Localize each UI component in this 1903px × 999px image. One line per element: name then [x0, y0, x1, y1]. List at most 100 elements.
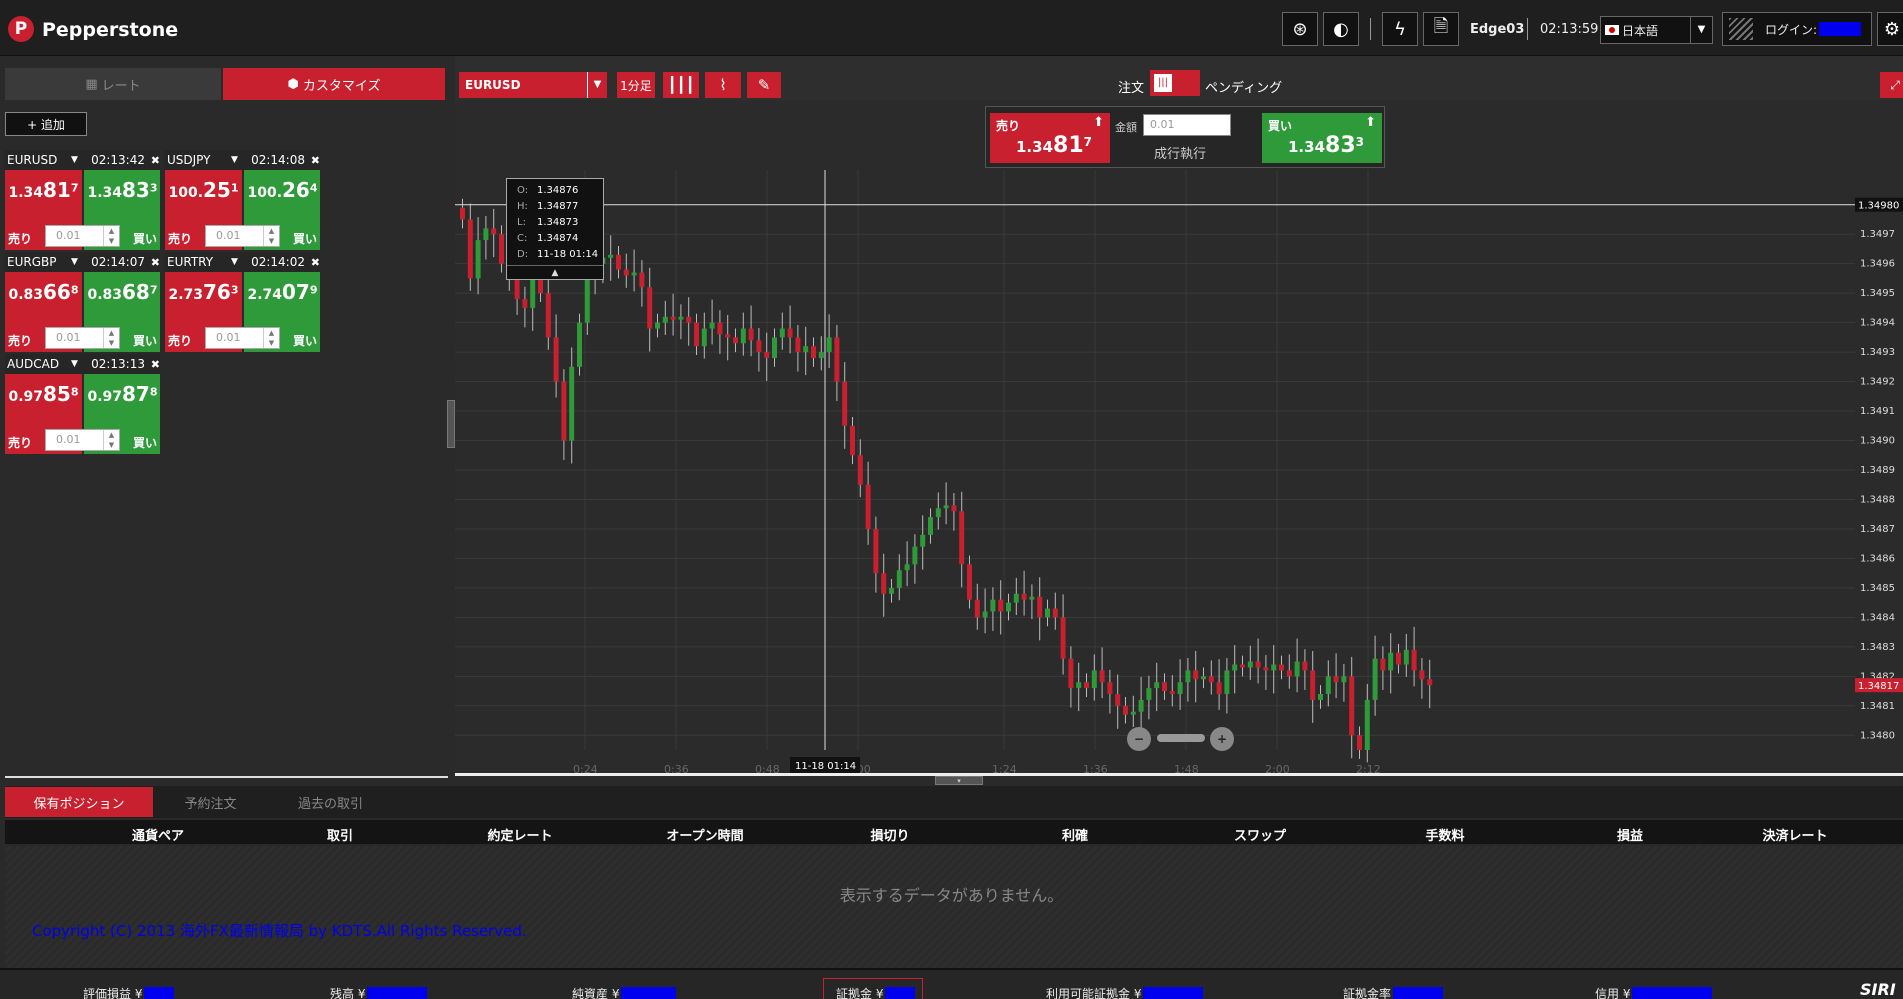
collapse-handle[interactable]: [447, 400, 455, 448]
chevron-down-icon[interactable]: ▼: [231, 155, 245, 165]
column-header[interactable]: オープン時間: [615, 825, 795, 844]
candle-body: [1388, 652, 1394, 671]
candle-type-icon[interactable]: ┃┃┃: [663, 72, 699, 98]
candle-body: [686, 316, 692, 323]
candle-body: [1045, 608, 1050, 618]
candle-body: [1279, 664, 1284, 671]
collapse-arrow-icon[interactable]: ▲: [507, 265, 603, 279]
sell-price: 0.83668: [8, 280, 79, 304]
zoom-slider[interactable]: [1157, 734, 1205, 742]
candle-body: [1146, 688, 1152, 700]
tab-rate[interactable]: ▦ レート: [5, 68, 221, 100]
add-button[interactable]: + 追加: [5, 112, 87, 136]
tab-customize-label: カスタマイズ: [302, 78, 381, 94]
eraser-icon[interactable]: ✎: [747, 72, 781, 98]
tab-pending-orders[interactable]: 予約注文: [153, 787, 268, 817]
column-header[interactable]: 決済レート: [1705, 825, 1885, 844]
fullscreen-icon[interactable]: ⤢: [1880, 72, 1903, 98]
candle-body: [842, 381, 848, 426]
candle-body: [889, 587, 894, 594]
candle-body: [561, 381, 567, 441]
candle-body: [1177, 682, 1183, 694]
close-icon[interactable]: ✖: [305, 256, 320, 269]
candle-body: [1037, 596, 1043, 618]
buy-label: 買い: [132, 334, 157, 348]
stepper-icon[interactable]: ▲ ▼: [263, 226, 279, 246]
amount-input[interactable]: 0.01 ▲ ▼: [205, 327, 280, 349]
login-box[interactable]: ログイン:: [1722, 12, 1872, 46]
close-icon[interactable]: ✖: [145, 358, 160, 371]
resize-handle-icon[interactable]: ▾: [935, 776, 983, 785]
tab-customize[interactable]: ⬢ カスタマイズ: [223, 68, 445, 100]
stepper-icon[interactable]: ▲ ▼: [263, 328, 279, 348]
candle-body: [998, 599, 1004, 612]
exchange-icon[interactable]: ⊛: [1282, 12, 1318, 46]
symbol-select[interactable]: EURUSD ▼: [459, 72, 607, 98]
column-header[interactable]: 手数料: [1355, 825, 1535, 844]
column-header[interactable]: 利確: [985, 825, 1165, 844]
stepper-icon[interactable]: ▲ ▼: [103, 226, 119, 246]
column-header[interactable]: 損益: [1540, 825, 1720, 844]
sell-button[interactable]: 売り ⬆ 1.34817: [990, 113, 1110, 163]
zoom-in-icon[interactable]: +: [1210, 727, 1234, 751]
chevron-down-icon[interactable]: ▼: [71, 257, 85, 267]
language-select[interactable]: 日本語 ▼: [1600, 16, 1713, 44]
candle-body: [1013, 593, 1019, 603]
line-chart-icon[interactable]: ⌇: [705, 72, 741, 98]
zoom-out-icon[interactable]: −: [1127, 727, 1151, 751]
column-header[interactable]: 約定レート: [430, 825, 610, 844]
timeframe-button[interactable]: 1分足: [617, 72, 655, 98]
column-header[interactable]: 取引: [250, 825, 430, 844]
amount-input[interactable]: 0.01 ▲ ▼: [45, 429, 120, 451]
quote-card-eurtry: EURTRY ▼ 02:14:02 ✖ 2.73763 売り 2.74079 買…: [165, 252, 320, 352]
candle-body: [670, 316, 676, 320]
amount-input[interactable]: 0.01 ▲ ▼: [205, 225, 280, 247]
candle-body: [865, 484, 871, 529]
tab-positions[interactable]: 保有ポジション: [5, 787, 153, 817]
crosshair-time-label: 11-18 01:14: [795, 761, 856, 772]
price-chart[interactable]: 1.3497 1.3496 1.3495 1.3494 1.3493 1.3492 1.34…: [455, 170, 1903, 777]
order-mode-toggle[interactable]: |||: [1150, 70, 1200, 96]
candle-body: [1154, 682, 1160, 689]
footer-credit: 信用 ¥: [1595, 985, 1713, 999]
quote-card-eurusd: EURUSD ▼ 02:13:42 ✖ 1.34817 売り 1.34833 買…: [5, 150, 160, 250]
candle-body: [1076, 682, 1082, 689]
amount-input[interactable]: 0.01 ▲ ▼: [45, 327, 120, 349]
account-name: Edge03: [1470, 22, 1525, 37]
grid-icon: ▦: [85, 76, 98, 92]
amount-input[interactable]: 0.01: [1143, 114, 1231, 136]
candle-body: [1084, 682, 1089, 689]
candle-body: [764, 352, 770, 358]
lightning-icon[interactable]: ϟ: [1382, 12, 1418, 46]
document-icon[interactable]: 🗎: [1423, 12, 1459, 46]
close-icon[interactable]: ✖: [145, 256, 160, 269]
chevron-down-icon[interactable]: ▼: [231, 257, 245, 267]
buy-button[interactable]: 買い ⬆ 1.34833: [1262, 113, 1382, 163]
chevron-down-icon[interactable]: ▼: [71, 359, 85, 369]
chevron-down-icon[interactable]: ▼: [71, 155, 85, 165]
chart-area[interactable]: 1.3497 1.3496 1.3495 1.3494 1.3493 1.3492 1.34…: [455, 170, 1903, 777]
column-header[interactable]: スワップ: [1170, 825, 1350, 844]
sell-label: 売り: [996, 119, 1021, 133]
close-icon[interactable]: ✖: [145, 154, 160, 167]
quote-time: 02:13:13: [91, 357, 145, 371]
close-icon[interactable]: ✖: [305, 154, 320, 167]
candle-body: [1396, 652, 1401, 665]
tab-history[interactable]: 過去の取引: [268, 787, 393, 817]
candle-body: [460, 207, 465, 220]
settings-gear-icon[interactable]: ⚙: [1877, 12, 1903, 46]
sell-price: 1.34817: [8, 178, 79, 202]
candle-body: [639, 272, 645, 288]
footer-free-margin: 利用可能証拠金 ¥: [1046, 985, 1204, 999]
candle-body: [935, 508, 941, 518]
stepper-icon[interactable]: ▲ ▼: [103, 328, 119, 348]
column-header[interactable]: 損切り: [800, 825, 980, 844]
column-header[interactable]: 通貨ペア: [68, 825, 248, 844]
candle-body: [818, 352, 824, 358]
candle-body: [834, 337, 840, 382]
stepper-icon[interactable]: ▲ ▼: [103, 430, 119, 450]
pair-label: EURTRY: [167, 255, 214, 269]
candle-body: [1427, 679, 1433, 686]
amount-input[interactable]: 0.01 ▲ ▼: [45, 225, 120, 247]
theme-toggle-icon[interactable]: ◐: [1323, 12, 1359, 46]
